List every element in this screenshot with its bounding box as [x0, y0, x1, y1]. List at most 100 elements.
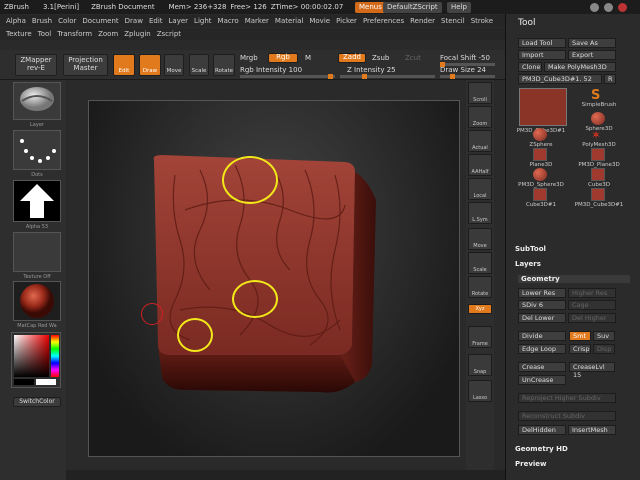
preview-header[interactable]: Preview	[515, 460, 547, 468]
m-button[interactable]: M	[305, 54, 311, 62]
uncrease-button[interactable]: UnCrease	[518, 375, 566, 385]
menu-tool[interactable]: Tool	[38, 30, 52, 38]
rgb-intensity-knob[interactable]	[328, 74, 333, 79]
shelf-xyz-button[interactable]: Xyz	[468, 304, 492, 314]
maximize-icon[interactable]	[604, 3, 613, 12]
edit-mode-button[interactable]: Edit	[113, 54, 135, 76]
menu-transform[interactable]: Transform	[57, 30, 92, 38]
menu-marker[interactable]: Marker	[245, 17, 269, 25]
disp-toggle[interactable]: Disp	[593, 344, 615, 354]
z-intensity-slider[interactable]	[340, 74, 435, 79]
shelf-move-button[interactable]: Move	[468, 228, 492, 250]
menus-toggle-button[interactable]: Menus	[355, 2, 386, 13]
load-tool-button[interactable]: Load Tool	[518, 38, 566, 48]
secondary-color-swatch[interactable]	[36, 379, 56, 385]
stroke-thumbnail[interactable]	[13, 130, 61, 170]
menu-layer[interactable]: Layer	[169, 17, 189, 25]
color-picker[interactable]	[11, 332, 61, 388]
menu-alpha[interactable]: Alpha	[6, 17, 26, 25]
texture-thumbnail[interactable]	[13, 232, 61, 272]
rgb-button[interactable]: Rgb	[268, 53, 298, 63]
rgb-intensity-slider[interactable]	[240, 74, 335, 79]
menu-zoom[interactable]: Zoom	[98, 30, 118, 38]
higher-res-button[interactable]: Higher Res	[568, 288, 616, 298]
clone-button[interactable]: Clone	[518, 62, 542, 72]
menu-zscript[interactable]: Zscript	[157, 30, 181, 38]
del-lower-button[interactable]: Del Lower	[518, 313, 566, 323]
reconstruct-subdiv-button[interactable]: Reconstruct Subdiv	[518, 411, 616, 421]
shelf-aahalf-button[interactable]: AAHalf	[468, 154, 492, 176]
zmapper-button[interactable]: ZMapper rev-E	[15, 54, 57, 76]
default-zscript-button[interactable]: DefaultZScript	[383, 2, 442, 13]
insertmesh-button[interactable]: InsertMesh	[568, 425, 616, 435]
draw-mode-button[interactable]: Draw	[139, 54, 161, 76]
scale-mode-button[interactable]: Scale	[189, 54, 209, 76]
menu-stencil[interactable]: Stencil	[441, 17, 465, 25]
shelf-scale-button[interactable]: Scale	[468, 252, 492, 274]
material-thumbnail[interactable]	[13, 281, 61, 321]
divide-button[interactable]: Divide	[518, 331, 566, 341]
close-icon[interactable]	[618, 3, 627, 12]
crisp-toggle[interactable]: Crisp	[569, 344, 591, 354]
shelf-snap-button[interactable]: Snap	[468, 354, 492, 376]
menu-brush[interactable]: Brush	[32, 17, 52, 25]
delhidden-button[interactable]: DelHidden	[518, 425, 566, 435]
switch-color-button[interactable]: SwitchColor	[13, 397, 61, 407]
rotate-mode-button[interactable]: Rotate	[213, 54, 235, 76]
lower-res-button[interactable]: Lower Res	[518, 288, 566, 298]
menu-zplugin[interactable]: Zplugin	[124, 30, 150, 38]
menu-texture[interactable]: Texture	[6, 30, 32, 38]
menu-macro[interactable]: Macro	[218, 17, 239, 25]
make-polymesh-button[interactable]: Make PolyMesh3D	[544, 62, 616, 72]
shelf-rotate-button[interactable]: Rotate	[468, 276, 492, 298]
crease-level-slider[interactable]: CreaseLvl 15	[569, 362, 615, 379]
shelf-local-button[interactable]: Local	[468, 178, 492, 200]
projection-master-button[interactable]: Projection Master	[63, 54, 108, 76]
shelf-frame-button[interactable]: Frame	[468, 326, 492, 348]
main-color-swatch[interactable]	[14, 379, 34, 385]
sdiv-slider[interactable]: SDiv 6	[518, 300, 566, 310]
del-higher-button[interactable]: Del Higher	[568, 313, 616, 323]
edge-loop-button[interactable]: Edge Loop	[518, 344, 566, 354]
menu-picker[interactable]: Picker	[336, 17, 357, 25]
zcut-button[interactable]: Zcut	[405, 54, 421, 62]
menu-material[interactable]: Material	[275, 17, 303, 25]
mrgb-button[interactable]: Mrgb	[240, 54, 258, 62]
minimize-icon[interactable]	[590, 3, 599, 12]
layers-header[interactable]: Layers	[515, 260, 541, 268]
cage-button[interactable]: Cage	[568, 300, 616, 310]
r-button[interactable]: R	[604, 74, 616, 84]
import-button[interactable]: Import	[518, 50, 566, 60]
shelf-zoom-button[interactable]: Zoom	[468, 106, 492, 128]
crease-button[interactable]: Crease	[518, 362, 566, 372]
tool-item-cube3d-1[interactable]: Cube3D#1	[515, 202, 567, 208]
draw-size-slider[interactable]	[440, 74, 495, 79]
geometry-hd-header[interactable]: Geometry HD	[515, 445, 568, 453]
menu-stroke[interactable]: Stroke	[471, 17, 493, 25]
subtool-header[interactable]: SubTool	[515, 245, 546, 253]
menu-draw[interactable]: Draw	[125, 17, 143, 25]
move-mode-button[interactable]: Move	[164, 54, 184, 76]
menu-document[interactable]: Document	[82, 17, 118, 25]
suv-toggle[interactable]: Suv	[593, 331, 615, 341]
menu-edit[interactable]: Edit	[149, 17, 163, 25]
menu-render[interactable]: Render	[410, 17, 435, 25]
alpha-thumbnail[interactable]	[13, 180, 61, 222]
menu-movie[interactable]: Movie	[309, 17, 330, 25]
reproject-higher-subdiv-button[interactable]: Reproject Higher Subdiv	[518, 393, 616, 403]
shelf-lsym-button[interactable]: L.Sym	[468, 202, 492, 224]
color-gradient-square[interactable]	[14, 335, 49, 377]
smt-toggle[interactable]: Smt	[569, 331, 591, 341]
z-intensity-knob[interactable]	[362, 74, 367, 79]
shelf-actual-button[interactable]: Actual	[468, 130, 492, 152]
save-as-button[interactable]: Save As	[568, 38, 616, 48]
menu-color[interactable]: Color	[58, 17, 76, 25]
shelf-lasso-button[interactable]: Lasso	[468, 380, 492, 402]
hue-strip[interactable]	[51, 335, 59, 377]
current-tool-slider[interactable]: PM3D_Cube3D#1. 52	[518, 74, 602, 84]
shelf-scroll-button[interactable]: Scroll	[468, 82, 492, 104]
help-button[interactable]: Help	[447, 2, 471, 13]
zsub-button[interactable]: Zsub	[372, 54, 389, 62]
geometry-header[interactable]: Geometry	[518, 275, 630, 283]
export-button[interactable]: Export	[568, 50, 616, 60]
